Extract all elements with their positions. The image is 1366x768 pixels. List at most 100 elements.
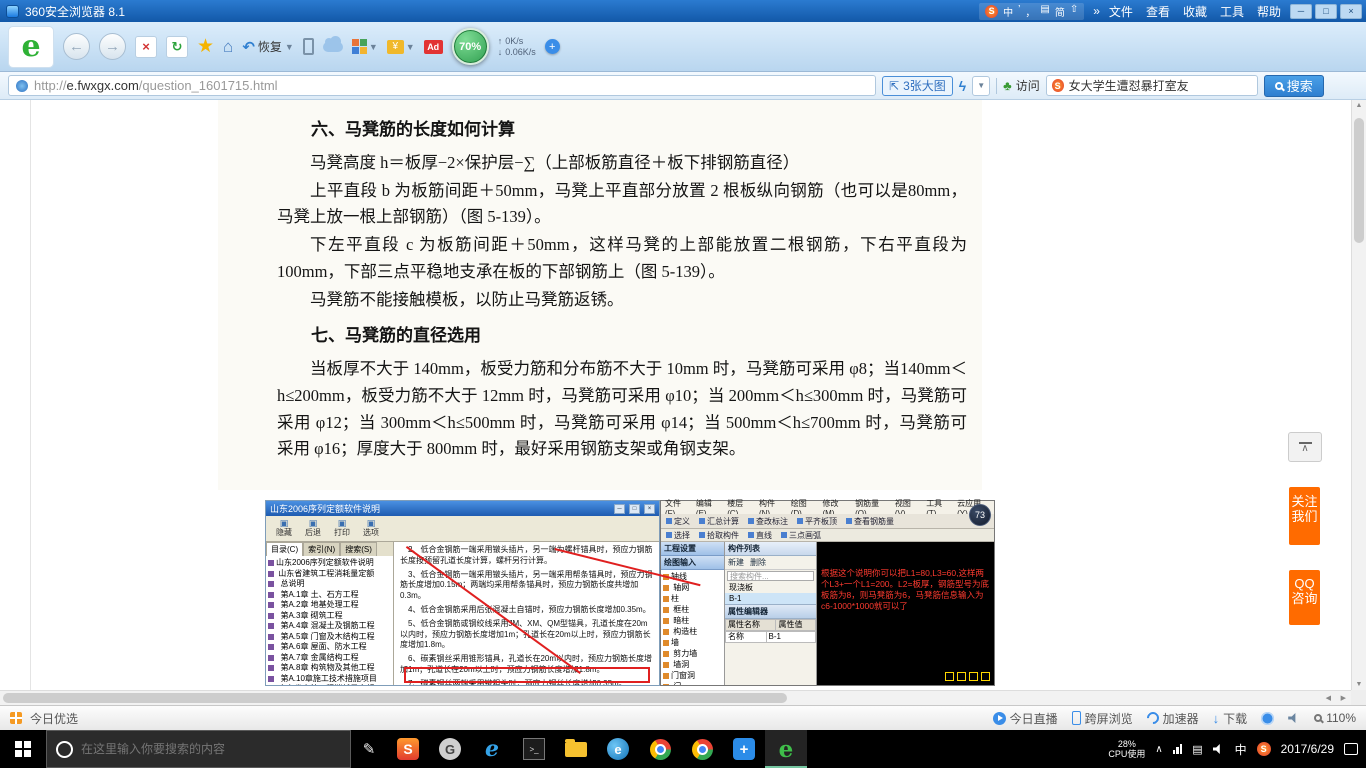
titlebar-menu-item[interactable]: 帮助 bbox=[1257, 3, 1281, 20]
module-icon bbox=[663, 683, 669, 685]
phone-icon bbox=[1071, 711, 1081, 725]
search-box[interactable]: S bbox=[1045, 75, 1258, 96]
cpu-usage-widget[interactable]: 28% CPU使用 bbox=[1108, 739, 1145, 759]
forward-button[interactable]: → bbox=[99, 33, 126, 60]
titlebar-menu-item[interactable]: 工具 bbox=[1220, 3, 1244, 20]
tray-expand-icon[interactable]: ∧ bbox=[1155, 744, 1162, 755]
sogou-tray-icon[interactable]: S bbox=[1256, 742, 1271, 756]
scroll-right-arrow[interactable]: ▶ bbox=[1341, 694, 1346, 702]
taskbar-app-chrome-2[interactable] bbox=[681, 730, 723, 768]
taskbar-app-sogou[interactable]: S bbox=[387, 730, 429, 768]
url-host: e.fwxgx.com bbox=[66, 78, 139, 93]
zoom-level[interactable]: 110% bbox=[1326, 711, 1356, 725]
titlebar-menu-item[interactable]: 收藏 bbox=[1183, 3, 1207, 20]
drawing-cell bbox=[945, 672, 954, 681]
module-icon bbox=[663, 606, 669, 613]
vertical-scrollbar[interactable]: ▲ ▼ bbox=[1351, 100, 1366, 690]
session-restore-button[interactable]: ↶ 恢复 ▼ bbox=[242, 38, 294, 56]
taskbar-app-gimp[interactable]: G bbox=[429, 730, 471, 768]
zoom-control[interactable]: 110% bbox=[1314, 711, 1356, 725]
search-button[interactable]: 搜索 bbox=[1263, 74, 1324, 97]
start-button[interactable] bbox=[0, 730, 46, 768]
chevron-down-icon[interactable]: ▼ bbox=[285, 42, 294, 52]
clock-date[interactable]: 2017/6/29 bbox=[1281, 742, 1334, 756]
cad-drawing-canvas: 根据这个说明你可以把L1=80,L3=60,这样两个L3+一个L1=200。L2… bbox=[817, 542, 994, 685]
help-tree-item: 第A.1章 土、石方工程 bbox=[268, 590, 391, 601]
sogou-logo-icon[interactable]: S bbox=[985, 4, 999, 18]
download-button[interactable]: ↓ 下载 bbox=[1213, 710, 1248, 727]
cad-toolbar-button: 平齐板顶 bbox=[797, 516, 837, 527]
taskbar-app-tim[interactable]: + bbox=[723, 730, 765, 768]
menu-chevron-icon[interactable]: » bbox=[1093, 4, 1100, 18]
big-images-button[interactable]: ⇱ 3张大图 bbox=[882, 75, 953, 96]
upload-arrow-icon: ↑ bbox=[497, 35, 503, 46]
ime-status-icon[interactable]: 中 bbox=[1003, 4, 1013, 19]
taskbar-app-chrome[interactable] bbox=[639, 730, 681, 768]
gift-icon[interactable] bbox=[10, 712, 22, 724]
globe-icon[interactable] bbox=[1261, 711, 1275, 725]
back-button[interactable]: ← bbox=[63, 33, 90, 60]
network-icon[interactable] bbox=[1172, 744, 1183, 754]
taskbar-search-box[interactable] bbox=[46, 730, 351, 768]
live-stream-button[interactable]: 今日直播 bbox=[992, 710, 1058, 727]
titlebar-menu-item[interactable]: 文件 bbox=[1109, 3, 1133, 20]
add-speed-widget-button[interactable]: + bbox=[544, 39, 560, 54]
taskbar-app-terminal[interactable]: >_ bbox=[513, 730, 555, 768]
chevron-down-icon[interactable]: ▼ bbox=[369, 42, 378, 52]
ad-blocker-icon[interactable]: Ad bbox=[423, 39, 443, 54]
ime-status-icon[interactable]: 简 bbox=[1055, 4, 1065, 19]
scroll-left-arrow[interactable]: ◀ bbox=[1326, 694, 1331, 702]
daily-picks-link[interactable]: 今日优选 bbox=[30, 710, 78, 727]
horizontal-scroll-thumb[interactable] bbox=[3, 693, 787, 703]
cloud-sync-icon[interactable] bbox=[322, 35, 343, 52]
ink-workspace-button[interactable]: ✎ bbox=[351, 730, 387, 768]
keyboard-icon[interactable]: ▤ bbox=[1192, 743, 1202, 756]
sogou-ime-bar[interactable]: S 中 ’ ， ▤ 简 ⇧ bbox=[979, 2, 1085, 20]
taskbar-app-ie[interactable]: e bbox=[471, 730, 513, 768]
scroll-up-arrow[interactable]: ▲ bbox=[1352, 102, 1366, 109]
home-icon[interactable]: ⌂ bbox=[223, 37, 233, 57]
cross-screen-button[interactable]: 跨屏浏览 bbox=[1071, 710, 1133, 727]
close-icon: × bbox=[644, 503, 655, 514]
ime-status-icon[interactable]: ⇧ bbox=[1070, 4, 1078, 19]
ime-status-icon[interactable]: ， bbox=[1025, 4, 1035, 19]
chevron-down-icon[interactable]: ▼ bbox=[406, 42, 415, 52]
titlebar-menu-item[interactable]: 查看 bbox=[1146, 3, 1170, 20]
speed-ball[interactable]: 70% bbox=[451, 28, 489, 65]
mode-dropdown[interactable]: ▼ bbox=[972, 75, 991, 96]
speed-mode-icon[interactable]: ϟ bbox=[959, 78, 966, 94]
close-button[interactable]: × bbox=[1340, 3, 1362, 19]
apps-grid-button[interactable]: ▼ bbox=[351, 39, 378, 54]
volume-icon[interactable] bbox=[1212, 744, 1220, 754]
qq-consult-button[interactable]: QQ咨询 bbox=[1289, 570, 1320, 625]
browser-logo[interactable]: e bbox=[8, 25, 54, 68]
mobile-sync-icon[interactable] bbox=[302, 38, 314, 55]
maximize-button[interactable]: □ bbox=[1315, 3, 1337, 19]
taskbar-app-explorer[interactable] bbox=[555, 730, 597, 768]
cad-module-item: 构造柱 bbox=[663, 626, 722, 637]
action-center-icon[interactable] bbox=[1344, 743, 1358, 755]
taskbar-app-360-browser-active[interactable]: e bbox=[765, 730, 807, 768]
follow-us-button[interactable]: 关注我们 bbox=[1289, 487, 1320, 545]
speaker-icon[interactable] bbox=[1288, 713, 1296, 723]
horizontal-scrollbar[interactable]: ◀ ▶ bbox=[0, 690, 1351, 705]
taskbar-search-input[interactable] bbox=[81, 742, 341, 756]
back-to-top-button[interactable]: ∧ bbox=[1288, 432, 1322, 462]
ime-language-indicator[interactable]: 中 bbox=[1235, 741, 1247, 758]
url-field[interactable]: http://e.fwxgx.com/question_1601715.html bbox=[8, 75, 876, 96]
visit-button[interactable]: ♣ 访问 bbox=[1003, 77, 1040, 94]
stop-button[interactable]: × bbox=[135, 35, 157, 58]
ime-status-icon[interactable]: ’ bbox=[1018, 4, 1020, 19]
ime-status-icon[interactable]: ▤ bbox=[1040, 4, 1049, 19]
vertical-scroll-thumb[interactable] bbox=[1354, 118, 1364, 243]
search-input[interactable] bbox=[1068, 78, 1252, 93]
taskbar-app-edge[interactable]: e bbox=[597, 730, 639, 768]
module-icon bbox=[663, 661, 669, 668]
minimize-button[interactable]: ─ bbox=[1290, 3, 1312, 19]
component-item-selected: B-1 bbox=[725, 593, 816, 604]
wallet-button[interactable]: ¥ ▼ bbox=[386, 39, 415, 54]
scroll-down-arrow[interactable]: ▼ bbox=[1352, 681, 1366, 688]
booster-button[interactable]: 加速器 bbox=[1144, 709, 1199, 727]
favorites-star-icon[interactable]: ★ bbox=[197, 35, 214, 58]
refresh-button[interactable]: ↻ bbox=[166, 35, 188, 58]
